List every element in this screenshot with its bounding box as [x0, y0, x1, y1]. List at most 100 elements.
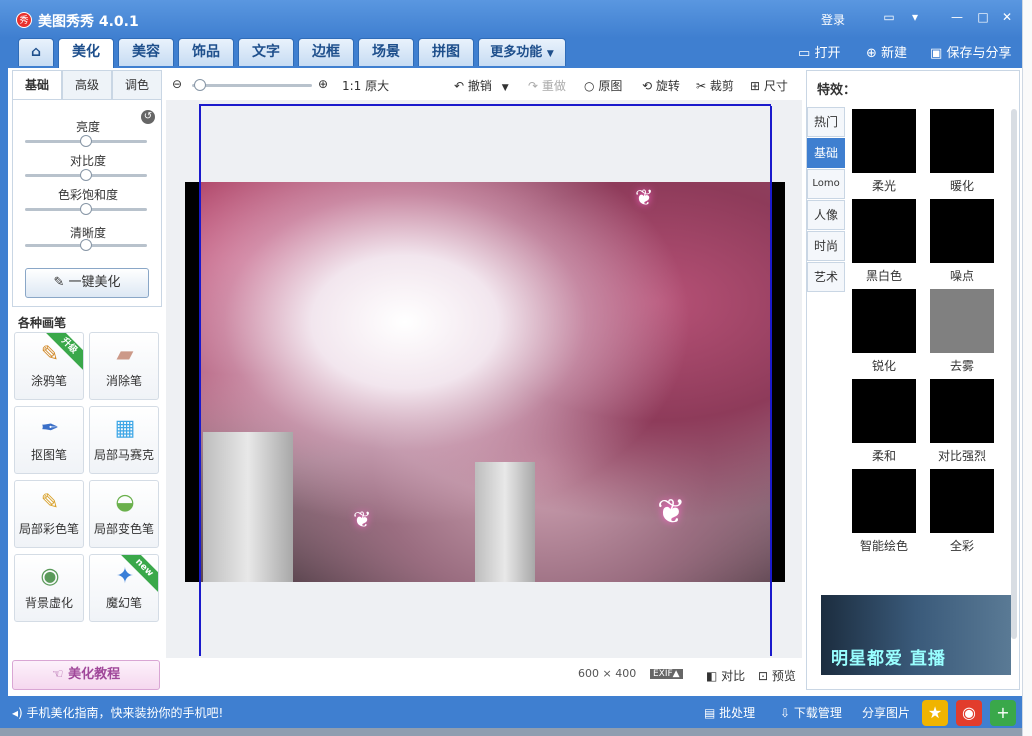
compare-button[interactable]: ◧ 对比 [706, 667, 745, 684]
effect-label: 黑白色 [865, 269, 902, 283]
add-icon[interactable]: + [990, 700, 1016, 726]
category-hot[interactable]: 热门 [807, 107, 845, 137]
doodle-pen-button[interactable]: ✎ 升级 涂鸦笔 [14, 332, 84, 400]
background-window-edge [1022, 0, 1032, 736]
tab-accessories[interactable]: 饰品 [178, 38, 234, 66]
tab-scene[interactable]: 场景 [358, 38, 414, 66]
sharpness-knob[interactable] [80, 239, 92, 251]
zoom-slider[interactable] [192, 84, 312, 87]
redo-button[interactable]: ↷ 重做 [528, 77, 566, 94]
tab-text[interactable]: 文字 [238, 38, 294, 66]
zoom-in-icon[interactable]: ⊕ [318, 77, 328, 91]
tab-face[interactable]: 美容 [118, 38, 174, 66]
exif-button[interactable]: EXIF▲ [650, 669, 683, 679]
open-button[interactable]: ▭ 打开 [798, 42, 840, 61]
message-icon[interactable]: ▭ [882, 10, 896, 24]
subtab-advanced[interactable]: 高级 [62, 70, 112, 100]
hand-icon: ☜ [51, 667, 64, 682]
actual-size-button[interactable]: 1:1 原大 [342, 77, 389, 94]
category-lomo[interactable]: Lomo [807, 169, 845, 199]
tab-home[interactable]: ⌂ [18, 38, 54, 66]
category-art[interactable]: 艺术 [807, 262, 845, 292]
effect-thumbnail [930, 199, 994, 263]
effect-label: 柔光 [871, 179, 896, 193]
mosaic-pen-button[interactable]: ▦ 局部马赛克 [89, 406, 159, 474]
brightness-knob[interactable] [80, 135, 92, 147]
photo-pillar-left [203, 432, 293, 582]
editor-toolbar: ⊖ ⊕ 1:1 原大 ↶ 撤销 ▼ ↷ 重做 ○ 原图 ⟲ 旋转 ✂ 裁剪 ⊞ … [166, 70, 802, 100]
banner-text: 明星都爱 直播 [831, 649, 946, 669]
undo-button[interactable]: ↶ 撤销 ▼ [454, 77, 509, 94]
save-icon: ▣ [930, 46, 943, 61]
phone-tip-link[interactable]: ◂) 手机美化指南，快来装扮你的手机吧! [12, 704, 223, 721]
original-button[interactable]: ○ 原图 [584, 77, 622, 94]
image-dimensions: 600 × 400 [578, 667, 637, 680]
redo-icon: ↷ [528, 79, 539, 93]
zoom-knob[interactable] [194, 79, 206, 91]
effect-soft[interactable]: 柔和 [852, 379, 916, 465]
category-portrait[interactable]: 人像 [807, 200, 845, 230]
star-icon[interactable]: ★ [922, 700, 948, 726]
zoom-out-icon[interactable]: ⊖ [172, 77, 182, 91]
preview-button[interactable]: ⊡ 预览 [758, 667, 796, 684]
local-color-pen-button[interactable]: ✎ 局部彩色笔 [14, 480, 84, 548]
title-bar: 秀 美图秀秀 4.0.1 登录 ▭ ▾ — □ ✕ [0, 0, 1022, 38]
resize-button[interactable]: ⊞ 尺寸 [750, 77, 788, 94]
one-click-beautify-button[interactable]: ✎ 一键美化 [25, 268, 149, 298]
left-panel: 基础 高级 调色 ↺ 亮度 对比度 色彩饱和度 清晰度 ✎ 一键美化 各种画笔 … [12, 70, 162, 690]
effect-black-white[interactable]: 黑白色 [852, 199, 916, 285]
close-icon[interactable]: ✕ [1000, 10, 1014, 24]
undo-label: 撤销 [467, 79, 492, 93]
color-change-pen-button[interactable]: ◒ 局部变色笔 [89, 480, 159, 548]
effect-thumbnail [930, 289, 994, 353]
tab-frame[interactable]: 边框 [298, 38, 354, 66]
effect-sharpen[interactable]: 锐化 [852, 289, 916, 375]
image-canvas[interactable]: ❦ ❦ ❦ [166, 100, 802, 658]
eraser-pen-button[interactable]: ▰ 消除笔 [89, 332, 159, 400]
rotate-button[interactable]: ⟲ 旋转 [642, 77, 680, 94]
crop-guide-right-overlay [770, 106, 772, 656]
ad-banner[interactable]: 明星都爱 直播 [821, 595, 1011, 675]
effect-warm[interactable]: 暖化 [930, 109, 994, 195]
batch-button[interactable]: ▤ 批处理 [704, 704, 755, 721]
category-fashion[interactable]: 时尚 [807, 231, 845, 261]
save-share-button[interactable]: ▣ 保存与分享 [930, 42, 1011, 61]
new-label: 新建 [881, 46, 908, 61]
background-blur-button[interactable]: ◉ 背景虚化 [14, 554, 84, 622]
login-link[interactable]: 登录 [821, 11, 845, 28]
tab-more-label: 更多功能 [490, 45, 543, 60]
saturation-knob[interactable] [80, 203, 92, 215]
effect-thumbnail [930, 469, 994, 533]
maximize-icon[interactable]: □ [976, 10, 990, 24]
menu-icon[interactable]: ▾ [908, 10, 922, 24]
effect-thumbnail [852, 199, 916, 263]
effect-thumbnail [852, 289, 916, 353]
beautify-tutorial-button[interactable]: ☜ 美化教程 [12, 660, 160, 690]
subtab-basic[interactable]: 基础 [12, 70, 62, 100]
contrast-knob[interactable] [80, 169, 92, 181]
tab-collage[interactable]: 拼图 [418, 38, 474, 66]
effect-smart-color[interactable]: 智能绘色 [852, 469, 916, 555]
crop-button[interactable]: ✂ 裁剪 [696, 77, 734, 94]
effect-dehaze[interactable]: 去雾 [930, 289, 994, 375]
weibo-icon[interactable]: ◉ [956, 700, 982, 726]
effect-noise[interactable]: 噪点 [930, 199, 994, 285]
category-basic[interactable]: 基础 [807, 138, 845, 168]
paint-bucket-icon: ◒ [115, 490, 135, 515]
cutout-pen-button[interactable]: ✒ 抠图笔 [14, 406, 84, 474]
tab-more[interactable]: 更多功能 ▼ [478, 38, 566, 66]
effects-scrollbar[interactable] [1011, 109, 1017, 639]
effect-label: 全彩 [949, 539, 974, 553]
minimize-icon[interactable]: — [950, 10, 964, 24]
effect-full-color[interactable]: 全彩 [930, 469, 994, 555]
photo-pillar-right [475, 462, 535, 582]
tab-beautify[interactable]: 美化 [58, 38, 114, 69]
redo-label: 重做 [541, 79, 566, 93]
effect-soft-light[interactable]: 柔光 [852, 109, 916, 195]
new-button[interactable]: ⊕ 新建 [866, 42, 907, 61]
magic-pen-button[interactable]: ✦ new 魔幻笔 [89, 554, 159, 622]
download-manager-button[interactable]: ⇩ 下载管理 [780, 704, 842, 721]
brush-label: 背景虚化 [24, 596, 73, 610]
subtab-color[interactable]: 调色 [112, 70, 162, 100]
effect-high-contrast[interactable]: 对比强烈 [930, 379, 994, 465]
